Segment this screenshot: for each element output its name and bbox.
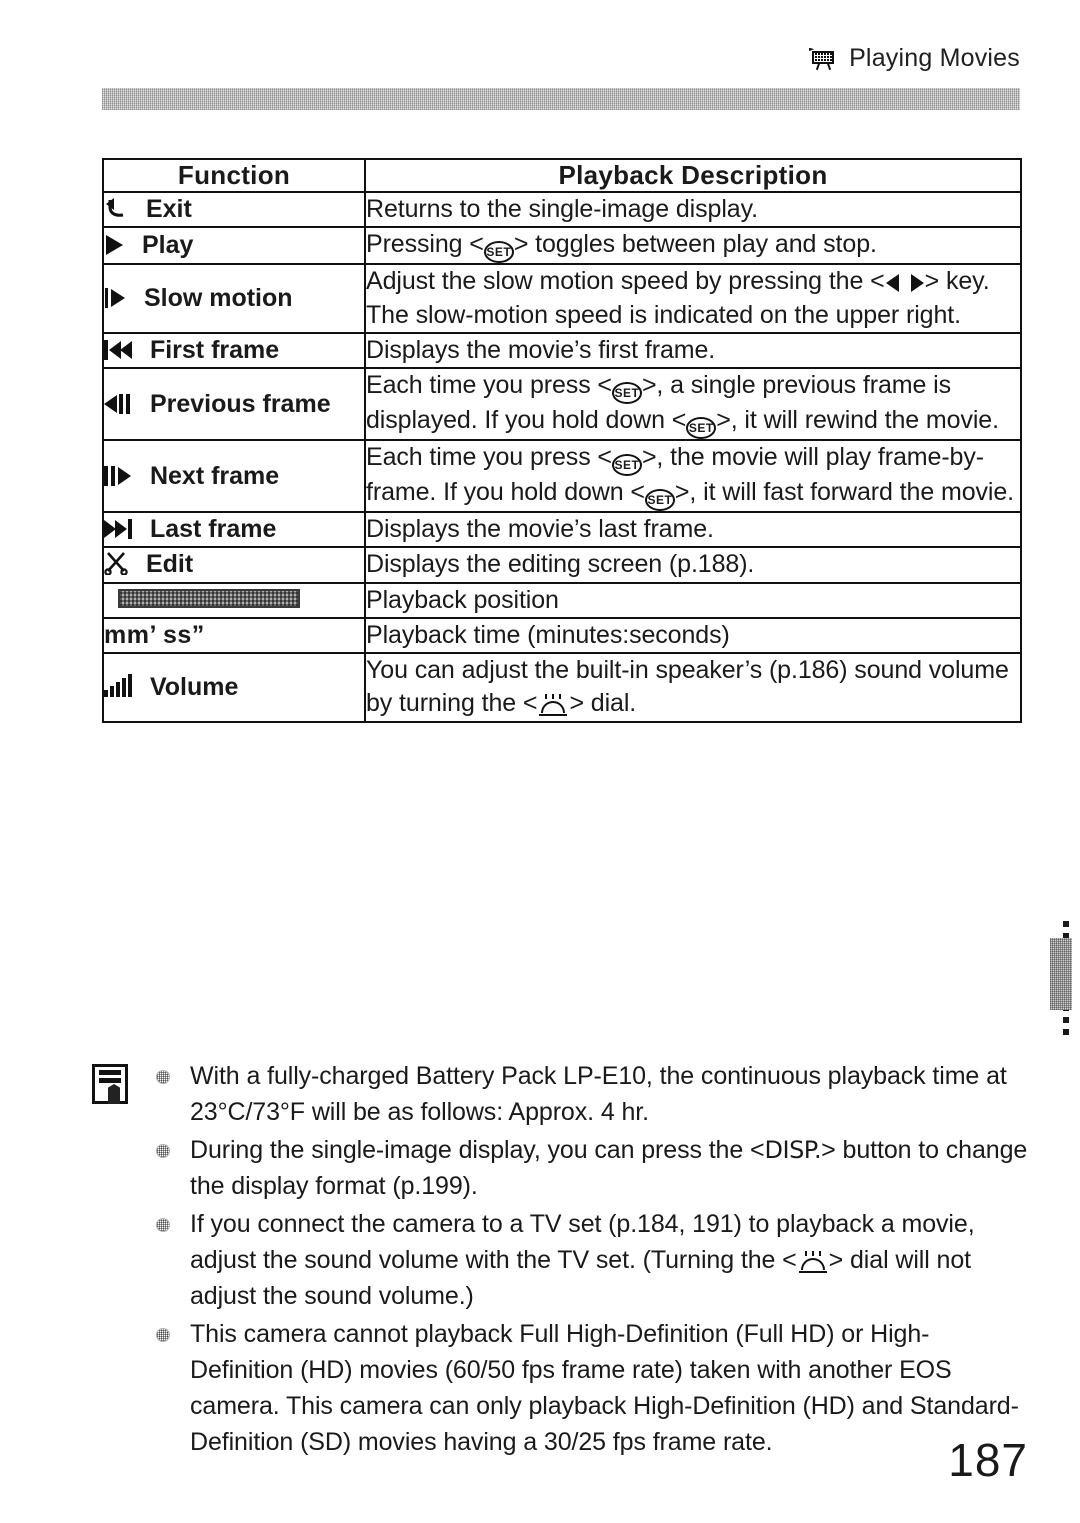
return-arrow-icon (104, 196, 130, 220)
description-cell-playback-position: Playback position (364, 581, 1022, 619)
description-cell-slow-motion: Adjust the slow motion speed by pressing… (364, 263, 1022, 334)
column-header-function: Function (102, 158, 366, 193)
disp-button-label: DISP. (764, 1136, 822, 1164)
function-cell-next-frame: Next frame (102, 439, 366, 513)
chapter-edge-tab (1050, 938, 1072, 1010)
page-number: 187 (948, 1434, 1028, 1486)
function-label: Play (141, 231, 194, 260)
header-decorative-band (102, 88, 1020, 110)
desc-text-post: >, it will fast forward the movie. (674, 478, 1015, 506)
function-cell-playback-time: mm’ ss” (102, 616, 366, 655)
set-button-icon: SET (644, 489, 675, 511)
note-text: With a fully-charged Battery Pack LP-E10… (190, 1062, 1007, 1126)
function-cell-first-frame: First frame (102, 331, 366, 370)
set-button-icon: SET (611, 382, 642, 404)
function-cell-last-frame: Last frame (102, 510, 366, 549)
bullet-icon (156, 1070, 170, 1084)
first-frame-icon (104, 339, 134, 361)
function-label: Next frame (149, 461, 280, 490)
desc-text-pre: Pressing < (366, 230, 484, 259)
page-header: Playing Movies (809, 44, 1020, 73)
column-header-description: Playback Description (364, 158, 1022, 193)
function-cell-volume: Volume (102, 652, 366, 723)
note-list: With a fully-charged Battery Pack LP-E10… (154, 1058, 1032, 1460)
page-header-title: Playing Movies (849, 44, 1020, 72)
table-header-row: Function Playback Description (102, 158, 1022, 193)
list-item: This camera cannot playback Full High-De… (154, 1316, 1032, 1460)
description-cell-edit: Displays the editing screen (p.188). (364, 546, 1022, 584)
table-row: Next frame Each time you press < SET >, th… (102, 439, 1022, 513)
description-cell-exit: Returns to the single-image display. (364, 190, 1022, 229)
function-label: First frame (149, 335, 280, 364)
playback-function-table: Function Playback Description Exit Retur… (102, 158, 1022, 723)
function-label: Slow motion (143, 284, 293, 312)
playback-position-bar-icon (118, 588, 300, 608)
description-cell-playback-time: Playback time (minutes:seconds) (364, 616, 1022, 655)
description-cell-next-frame: Each time you press < SET >, the movie wil… (364, 439, 1022, 513)
note-pad-icon (92, 1064, 128, 1104)
note-text-pre: During the single-image display, you can… (190, 1136, 765, 1164)
list-item: During the single-image display, you can… (154, 1132, 1032, 1204)
table-row: Edit Displays the editing screen (p.188)… (102, 546, 1022, 584)
desc-text-pre: You can adjust the built-in speaker’s (p… (366, 656, 1009, 718)
function-cell-playback-position (102, 581, 366, 619)
function-label: Previous frame (149, 389, 331, 418)
set-button-icon: SET (611, 454, 642, 476)
description-cell-volume: You can adjust the built-in speaker’s (p… (364, 652, 1022, 723)
list-item: With a fully-charged Battery Pack LP-E10… (154, 1058, 1032, 1130)
cross-keys-icon (885, 273, 925, 293)
slow-motion-icon (104, 287, 128, 309)
table-row: Slow motion Adjust the slow motion speed… (102, 263, 1022, 334)
table-row: mm’ ss” Playback time (minutes:seconds) (102, 616, 1022, 655)
desc-text-post: > dial. (569, 689, 637, 718)
desc-text-post: >, it will rewind the movie. (716, 406, 999, 434)
description-cell-play: Pressing < SET > toggles between play and … (364, 226, 1022, 266)
function-label: Edit (145, 550, 194, 579)
main-dial-icon (797, 1251, 829, 1273)
list-item: If you connect the camera to a TV set (p… (154, 1206, 1032, 1314)
function-cell-edit: Edit (102, 546, 366, 584)
bullet-icon (156, 1328, 170, 1342)
table-row: Volume You can adjust the built-in speak… (102, 652, 1022, 723)
table-row: Exit Returns to the single-image display… (102, 190, 1022, 229)
function-cell-previous-frame: Previous frame (102, 367, 366, 441)
table-row: Previous frame Each time you press < SET >… (102, 367, 1022, 441)
play-triangle-icon (104, 234, 126, 256)
function-label: Volume (149, 672, 239, 701)
table-row: Playback position (102, 581, 1022, 619)
last-frame-icon (104, 518, 134, 540)
movie-camera-icon (809, 47, 839, 70)
description-cell-previous-frame: Each time you press < SET >, a single prev… (364, 367, 1022, 441)
desc-text-pre: Each time you press < (366, 371, 612, 399)
desc-text-pre: Each time you press < (366, 443, 612, 471)
set-button-icon: SET (686, 417, 717, 439)
main-dial-icon (537, 694, 569, 717)
set-button-icon: SET (483, 241, 514, 264)
note-text: This camera cannot playback Full High-De… (190, 1320, 1019, 1456)
bullet-icon (156, 1144, 170, 1158)
function-cell-play: Play (102, 226, 366, 266)
table-row: Last frame Displays the movie’s last fra… (102, 510, 1022, 549)
table-row: First frame Displays the movie’s first f… (102, 331, 1022, 370)
scissors-icon (104, 551, 130, 577)
description-cell-last-frame: Displays the movie’s last frame. (364, 510, 1022, 549)
table-row: Play Pressing < SET > toggles between play… (102, 226, 1022, 266)
function-cell-slow-motion: Slow motion (102, 263, 366, 334)
description-cell-first-frame: Displays the movie’s first frame. (364, 331, 1022, 370)
function-cell-exit: Exit (102, 190, 366, 229)
next-frame-icon (104, 465, 134, 487)
notes-block: With a fully-charged Battery Pack LP-E10… (92, 1058, 1032, 1462)
function-label: Exit (145, 195, 192, 224)
desc-text-pre: Adjust the slow motion speed by pressing… (366, 267, 885, 296)
bullet-icon (156, 1218, 170, 1232)
desc-text-post: > toggles between play and stop. (513, 230, 877, 259)
function-label: mm’ ss” (104, 620, 205, 649)
previous-frame-icon (104, 393, 134, 415)
function-label: Last frame (149, 515, 277, 544)
volume-bars-icon (104, 673, 134, 698)
